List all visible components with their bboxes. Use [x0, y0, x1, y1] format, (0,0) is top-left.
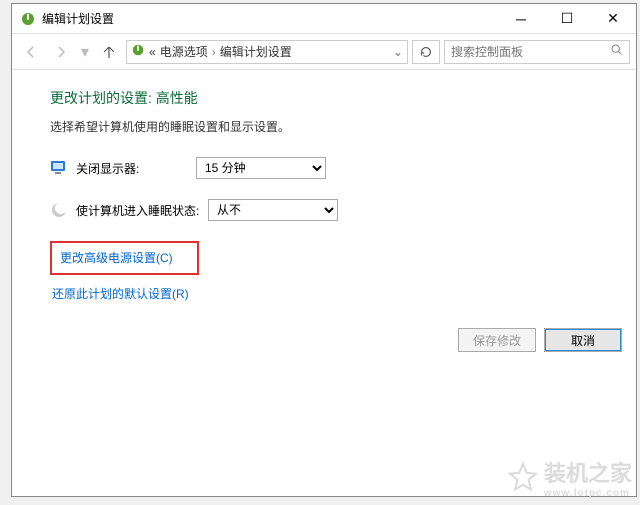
- maximize-button[interactable]: ☐: [544, 4, 590, 33]
- address-bar[interactable]: « 电源选项 › 编辑计划设置 ⌄: [126, 40, 408, 64]
- window-frame: 编辑计划设置 ─ ☐ ✕ ▾ « 电源选项 › 编辑计划设置 ⌄: [11, 3, 637, 497]
- sleep-label: 使计算机进入睡眠状态:: [76, 202, 208, 219]
- forward-button[interactable]: [48, 39, 74, 65]
- breadcrumb-item-1[interactable]: 电源选项: [160, 43, 208, 60]
- titlebar: 编辑计划设置 ─ ☐ ✕: [12, 4, 636, 34]
- search-box[interactable]: [444, 40, 630, 64]
- breadcrumb-icon: [131, 43, 145, 60]
- display-off-select[interactable]: 15 分钟: [196, 157, 326, 179]
- save-button[interactable]: 保存修改: [458, 328, 536, 352]
- window-controls: ─ ☐ ✕: [498, 4, 636, 33]
- address-dropdown-icon[interactable]: ⌄: [393, 45, 403, 59]
- breadcrumb-sep: ›: [212, 45, 216, 59]
- restore-defaults-link[interactable]: 还原此计划的默认设置(R): [52, 285, 189, 302]
- sleep-select[interactable]: 从不: [208, 199, 338, 221]
- button-row: 保存修改 取消: [458, 328, 622, 352]
- search-icon[interactable]: [610, 43, 623, 61]
- page-heading: 更改计划的设置: 高性能: [50, 88, 612, 108]
- back-button[interactable]: [18, 39, 44, 65]
- navigation-bar: ▾ « 电源选项 › 编辑计划设置 ⌄: [12, 34, 636, 70]
- advanced-power-link[interactable]: 更改高级电源设置(C): [60, 251, 173, 265]
- display-off-label: 关闭显示器:: [76, 160, 196, 177]
- page-subheading: 选择希望计算机使用的睡眠设置和显示设置。: [50, 118, 612, 135]
- up-button[interactable]: [96, 39, 122, 65]
- app-icon: [20, 11, 36, 27]
- content-area: 更改计划的设置: 高性能 选择希望计算机使用的睡眠设置和显示设置。 关闭显示器:…: [12, 70, 636, 496]
- breadcrumb-item-2[interactable]: 编辑计划设置: [220, 43, 292, 60]
- highlight-box: 更改高级电源设置(C): [50, 241, 199, 275]
- row-sleep: 使计算机进入睡眠状态: 从不: [50, 199, 612, 221]
- refresh-button[interactable]: [412, 40, 440, 64]
- search-input[interactable]: [451, 45, 610, 59]
- recent-button[interactable]: ▾: [78, 39, 92, 65]
- breadcrumb-prefix: «: [149, 45, 156, 59]
- moon-icon: [50, 201, 68, 219]
- monitor-icon: [50, 159, 68, 177]
- window-title: 编辑计划设置: [42, 10, 498, 27]
- close-button[interactable]: ✕: [590, 4, 636, 33]
- cancel-button[interactable]: 取消: [544, 328, 622, 352]
- row-display-off: 关闭显示器: 15 分钟: [50, 157, 612, 179]
- minimize-button[interactable]: ─: [498, 4, 544, 33]
